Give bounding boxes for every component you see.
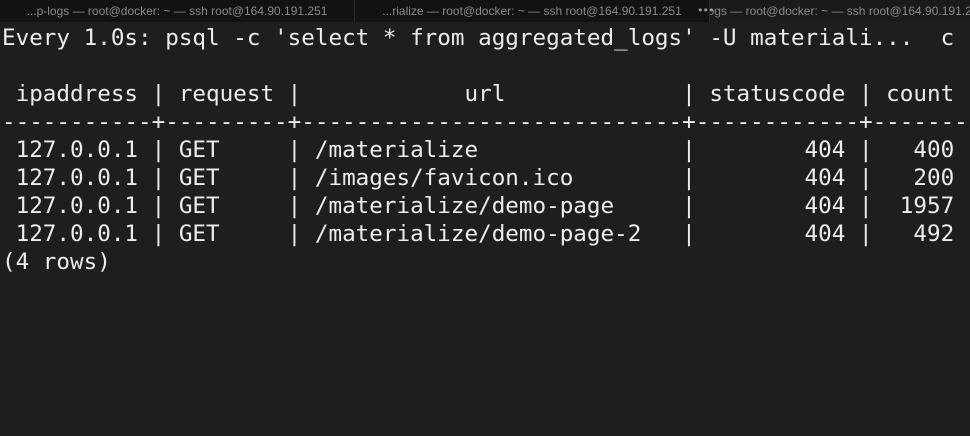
tab-2[interactable]: ...rialize — root@docker: ~ — ssh root@1… bbox=[355, 0, 710, 22]
tab-1[interactable]: ...p-logs — root@docker: ~ — ssh root@16… bbox=[0, 0, 355, 22]
watch-header-line: Every 1.0s: psql -c 'select * from aggre… bbox=[2, 25, 955, 51]
table-row: 127.0.0.1 | GET | /materialize | 404 | 4… bbox=[2, 137, 955, 163]
table-row: 127.0.0.1 | GET | /materialize/demo-page… bbox=[2, 193, 955, 219]
table-row: 127.0.0.1 | GET | /images/favicon.ico | … bbox=[2, 165, 955, 191]
tab-1-title: ...p-logs — root@docker: ~ — ssh root@16… bbox=[26, 4, 328, 18]
tab-3-active[interactable]: ...logs — root@docker: ~ — ssh root@164.… bbox=[710, 0, 970, 22]
more-tabs-icon[interactable]: ••• bbox=[697, 5, 714, 17]
tab-2-title: ...rialize — root@docker: ~ — ssh root@1… bbox=[382, 4, 682, 18]
table-separator-line: -----------+---------+------------------… bbox=[2, 109, 968, 135]
tab-3-title: ...logs — root@docker: ~ — ssh root@164.… bbox=[710, 4, 970, 18]
terminal-window: ...p-logs — root@docker: ~ — ssh root@16… bbox=[0, 0, 970, 436]
table-row: 127.0.0.1 | GET | /materialize/demo-page… bbox=[2, 221, 955, 247]
row-count-footer: (4 rows) bbox=[2, 249, 111, 275]
terminal-content[interactable]: Every 1.0s: psql -c 'select * from aggre… bbox=[0, 22, 970, 436]
tab-bar: ...p-logs — root@docker: ~ — ssh root@16… bbox=[0, 0, 970, 22]
table-header-line: ipaddress | request | url | statuscode |… bbox=[2, 81, 955, 107]
